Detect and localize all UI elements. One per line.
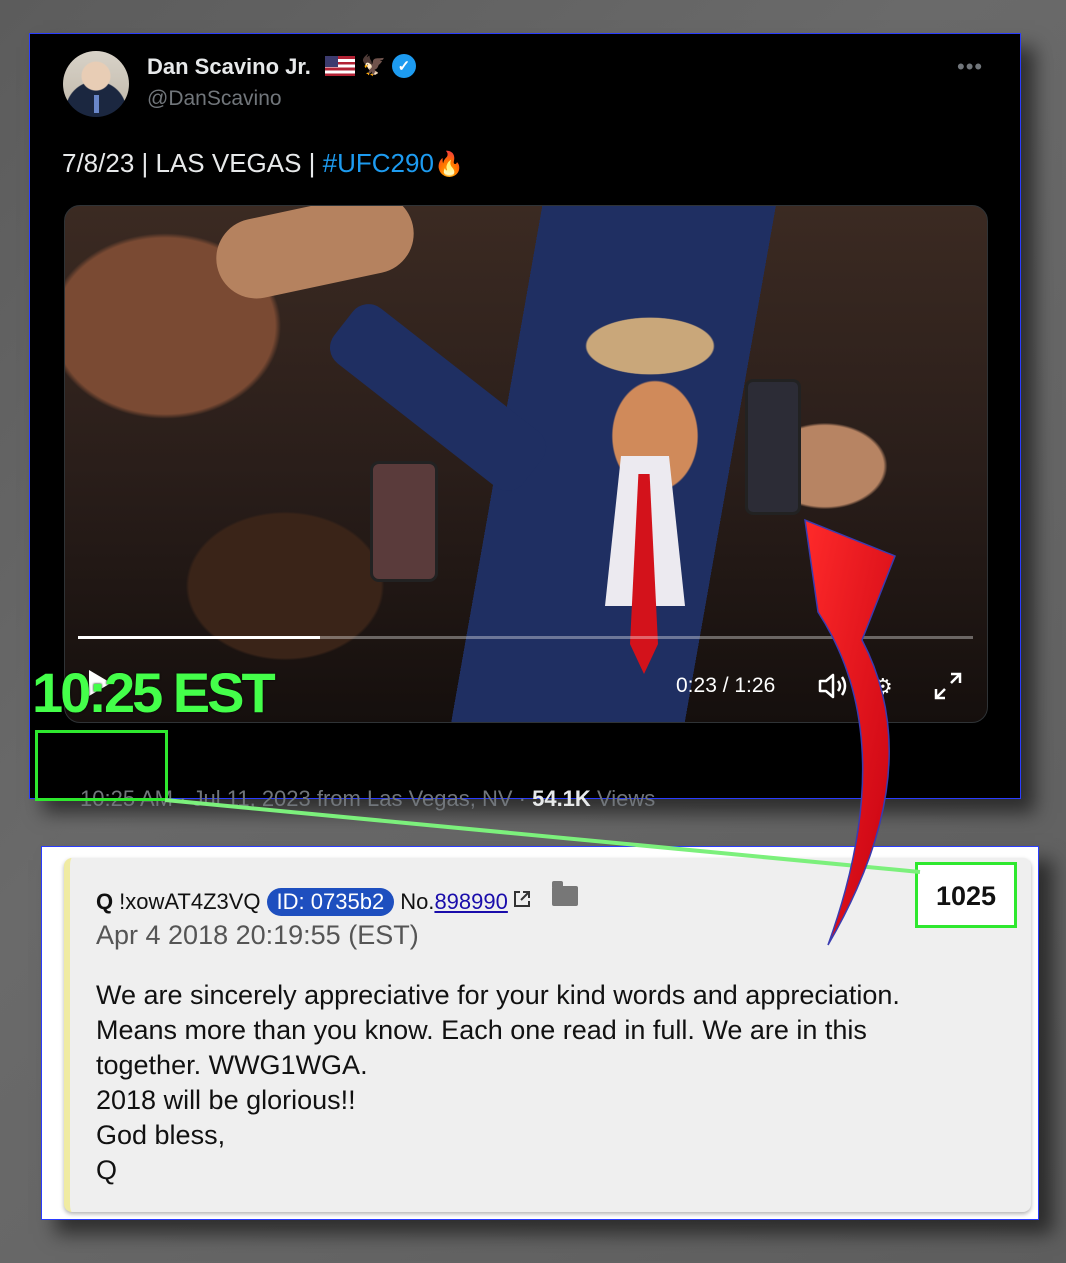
external-link-icon[interactable] <box>512 889 532 915</box>
video-frame-hands <box>208 206 422 306</box>
post-body-line: 2018 will be glorious!! <box>96 1085 356 1115</box>
q-post-card: Q !xowAT4Z3VQ ID: 0735b2 No. 898990 Apr 4… <box>41 846 1039 1220</box>
views-label: Views <box>596 786 656 811</box>
avatar[interactable] <box>63 51 129 117</box>
name-badges: 🦅 ✓ <box>325 54 416 78</box>
video-progress-bar[interactable] <box>78 636 973 639</box>
post-count-box: 1025 <box>915 862 1017 928</box>
fullscreen-icon[interactable] <box>932 670 964 702</box>
video-frame-phone <box>745 379 801 515</box>
video-time-readout: 0:23 / 1:26 <box>676 674 776 697</box>
video-progress-fill <box>78 636 320 639</box>
fire-emoji: 🔥 <box>433 151 464 178</box>
q-post-header: Q !xowAT4Z3VQ ID: 0735b2 No. 898990 <box>96 881 578 916</box>
video-player[interactable]: 0:23 / 1:26 ⚙ <box>64 205 988 723</box>
overlay-time-label: 10:25 EST <box>32 661 276 724</box>
avatar-tie <box>94 95 99 113</box>
post-body: We are sincerely appreciative for your k… <box>96 978 900 1188</box>
video-frame-arm <box>321 296 555 499</box>
post-body-line: together. WWG1WGA. <box>96 1050 368 1080</box>
poster-name: Q <box>96 889 114 914</box>
us-flag-icon <box>325 56 355 76</box>
verified-badge-icon[interactable]: ✓ <box>391 54 416 78</box>
tripcode: !xowAT4Z3VQ <box>119 889 261 914</box>
post-body-line: God bless, <box>96 1120 226 1150</box>
eagle-icon: 🦅 <box>361 55 386 77</box>
post-count: 1025 <box>935 881 997 911</box>
tweet-text: 7/8/23 | LAS VEGAS | #UFC290🔥 <box>62 148 464 179</box>
display-name[interactable]: Dan Scavino Jr. <box>147 54 311 80</box>
post-number-link[interactable]: 898990 <box>434 889 507 915</box>
tweet-text-plain: 7/8/23 | LAS VEGAS | <box>62 148 323 178</box>
id-badge[interactable]: ID: 0735b2 <box>266 888 395 916</box>
folder-icon[interactable] <box>551 881 578 906</box>
post-body-line: We are sincerely appreciative for your k… <box>96 980 900 1010</box>
timestamp-highlight-box <box>35 730 168 801</box>
views-count: 54.1K <box>532 786 591 811</box>
volume-icon[interactable] <box>817 671 849 701</box>
post-body-line: Means more than you know. Each one read … <box>96 1015 867 1045</box>
settings-gear-icon[interactable]: ⚙ <box>873 674 893 700</box>
post-body-line: Q <box>96 1155 118 1185</box>
post-date: Apr 4 2018 20:19:55 (EST) <box>96 920 419 950</box>
hashtag-link[interactable]: #UFC290 <box>323 148 434 178</box>
more-options-icon[interactable]: ••• <box>957 54 983 80</box>
tweet-date-location[interactable]: · Jul 11, 2023 from Las Vegas, NV · <box>179 786 526 811</box>
q-post: Q !xowAT4Z3VQ ID: 0735b2 No. 898990 Apr 4… <box>64 858 1031 1212</box>
post-no-label: No. <box>400 889 435 914</box>
video-frame-phone <box>370 461 438 582</box>
user-handle[interactable]: @DanScavino <box>147 87 282 111</box>
